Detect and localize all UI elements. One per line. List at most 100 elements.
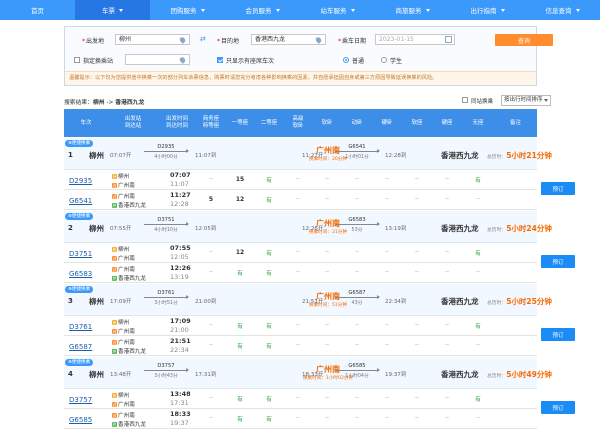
seat-availability: -- bbox=[209, 269, 213, 275]
nav-item-3[interactable]: 会员服务 bbox=[225, 0, 300, 20]
seat-availability: -- bbox=[385, 342, 389, 348]
seat-availability: -- bbox=[415, 322, 419, 328]
convenient-transfer-badge: ⊕便捷换乘 bbox=[65, 140, 94, 147]
train-code-link[interactable]: D3757 bbox=[69, 396, 92, 404]
journey-number: 3 bbox=[68, 297, 73, 305]
seat-availability: -- bbox=[355, 196, 359, 202]
leg-from-station: 始柳州 bbox=[112, 320, 130, 326]
nav-item-label: 团购服务 bbox=[170, 7, 197, 15]
total-duration: 总历时：5小时21分钟 bbox=[487, 151, 552, 160]
seat-availability: -- bbox=[209, 176, 213, 182]
arrow-right-icon bbox=[144, 149, 189, 153]
convenient-transfer-badge: ⊕便捷换乘 bbox=[65, 286, 94, 293]
second-departure-time: 18:33开 bbox=[302, 372, 324, 378]
seat-availability: -- bbox=[325, 395, 329, 401]
arrow-right-icon bbox=[144, 295, 189, 299]
seat-availability: 有 bbox=[266, 251, 272, 257]
seat-availability: -- bbox=[355, 249, 359, 255]
column-header-1: 出发站 到达站 bbox=[124, 116, 142, 129]
arrival-time: 21:00到 bbox=[195, 299, 217, 305]
station-marker-icon: 终 bbox=[112, 349, 117, 354]
search-panel: *出发地 柳州 ⇄ *目的地 香港西九龙 *乘车日期 2023-01-15 查询… bbox=[64, 26, 553, 86]
total-duration: 总历时：5小时24分钟 bbox=[487, 224, 552, 233]
nav-item-0[interactable]: 首页 bbox=[0, 0, 75, 20]
ticket-type-normal-radio[interactable] bbox=[343, 57, 349, 63]
warm-notice: 温馨提示：以下仅为您提供途中换乘一次的部分列车余票信息，购票时请您充分考虑各种影… bbox=[65, 71, 536, 85]
train-leg-row: D3751 始柳州 过广州南 07:55 12:05 -- 12 有 -- -- -- --… bbox=[64, 243, 537, 263]
column-header-5: 二等座 bbox=[260, 119, 278, 126]
seat-availability: -- bbox=[355, 322, 359, 328]
total-duration: 总历时：5小时49分钟 bbox=[487, 370, 552, 379]
seat-availability: -- bbox=[355, 415, 359, 421]
seat-availability: -- bbox=[445, 176, 449, 182]
train-code-link[interactable]: D2935 bbox=[69, 177, 92, 185]
travel-date-input[interactable]: 2023-01-15 bbox=[375, 34, 455, 45]
seat-availability: -- bbox=[476, 269, 480, 275]
seat-availability: 有 bbox=[266, 271, 272, 277]
leg-arrival-time: 12:05 bbox=[170, 253, 189, 261]
book-button[interactable]: 预订 bbox=[541, 255, 575, 268]
transfer-station-label: 指定换乘站 bbox=[83, 58, 114, 65]
journey-number: 1 bbox=[68, 151, 73, 159]
chevron-down-icon bbox=[275, 8, 280, 12]
seat-availability: -- bbox=[385, 395, 389, 401]
journey-origin: 柳州 bbox=[89, 297, 104, 306]
journey-summary: ⊕便捷换乘 3 柳州 17:09开 D3761 3小时51分 21:00到 广州… bbox=[64, 284, 552, 316]
train-code-link[interactable]: G6587 bbox=[69, 343, 92, 351]
seat-availability: -- bbox=[385, 249, 389, 255]
date-label: *乘车日期 bbox=[338, 38, 367, 45]
book-button[interactable]: 预订 bbox=[541, 401, 575, 414]
train-code-link[interactable]: G6583 bbox=[69, 270, 92, 278]
nav-item-1[interactable]: 车票 bbox=[75, 0, 150, 20]
train-leg-row: G6583 过广州南 终香港西九龙 12:26 13:19 -- 有 有 -- -- --… bbox=[64, 263, 537, 283]
train-code-link[interactable]: G6585 bbox=[69, 416, 92, 424]
segment-train-code: G6587 bbox=[348, 290, 366, 296]
final-arrival-time: 12:28到 bbox=[385, 153, 407, 159]
train-leg-row: G6585 过广州南 终香港西九龙 18:33 19:37 -- 有有 -- -- --… bbox=[64, 409, 537, 429]
segment-train-code: G6541 bbox=[348, 144, 366, 150]
book-button[interactable]: 预订 bbox=[541, 182, 575, 195]
nav-item-4[interactable]: 站车服务 bbox=[300, 0, 375, 20]
nav-item-label: 车票 bbox=[102, 7, 115, 15]
train-code-link[interactable]: G6541 bbox=[69, 197, 92, 205]
nav-item-label: 会员服务 bbox=[245, 7, 272, 15]
segment-duration: 1小时04分 bbox=[345, 374, 369, 379]
seat-availability: 有 bbox=[266, 344, 272, 350]
seat-availability: -- bbox=[445, 249, 449, 255]
leg-departure-time: 11:27 bbox=[170, 191, 191, 199]
second-departure-time: 21:51开 bbox=[302, 299, 324, 305]
ticket-type-student-radio[interactable] bbox=[381, 57, 387, 63]
seat-availability: -- bbox=[325, 269, 329, 275]
transfer-journey: ⊕便捷换乘 1 柳州 07:07开 D2935 4小时00分 11:07到 广州… bbox=[64, 138, 575, 211]
transfer-station-checkbox[interactable] bbox=[74, 57, 80, 63]
departure-time: 07:07开 bbox=[110, 153, 132, 159]
convenient-transfer-badge: ⊕便捷换乘 bbox=[65, 213, 94, 220]
query-button[interactable]: 查询 bbox=[495, 34, 553, 46]
nav-item-7[interactable]: 信息查询 bbox=[525, 0, 600, 20]
total-duration: 总历时：5小时25分钟 bbox=[487, 297, 552, 306]
only-available-checkbox[interactable] bbox=[217, 57, 223, 63]
column-header-6: 高级 软卧 bbox=[292, 116, 304, 129]
train-code-link[interactable]: D3751 bbox=[69, 250, 92, 258]
swap-stations-icon[interactable]: ⇄ bbox=[200, 35, 206, 43]
train-leg-row: G6541 过广州南 终香港西九龙 11:27 12:28 5 12 有 -- -- --… bbox=[64, 190, 537, 210]
seat-availability: -- bbox=[209, 249, 213, 255]
chevron-down-icon bbox=[544, 99, 548, 102]
sort-select[interactable]: 按出行时间排序 bbox=[501, 95, 551, 106]
seat-availability: -- bbox=[296, 249, 300, 255]
leg-to-station: 过广州南 bbox=[112, 402, 135, 408]
train-code-link[interactable]: D3761 bbox=[69, 323, 92, 331]
station-marker-icon: 过 bbox=[112, 329, 117, 334]
same-station-checkbox[interactable] bbox=[462, 97, 468, 103]
journey-destination: 香港西九龙 bbox=[441, 224, 479, 233]
seat-availability: -- bbox=[385, 415, 389, 421]
chevron-down-icon bbox=[119, 8, 123, 12]
book-button[interactable]: 预订 bbox=[541, 328, 575, 341]
arrival-time: 11:07到 bbox=[195, 153, 217, 159]
nav-item-6[interactable]: 出行指南 bbox=[450, 0, 525, 20]
seat-availability: -- bbox=[415, 269, 419, 275]
nav-item-2[interactable]: 团购服务 bbox=[150, 0, 225, 20]
nav-item-5[interactable]: 商旅服务 bbox=[375, 0, 450, 20]
nav-item-label: 商旅服务 bbox=[395, 7, 422, 15]
calendar-icon[interactable] bbox=[445, 36, 452, 43]
